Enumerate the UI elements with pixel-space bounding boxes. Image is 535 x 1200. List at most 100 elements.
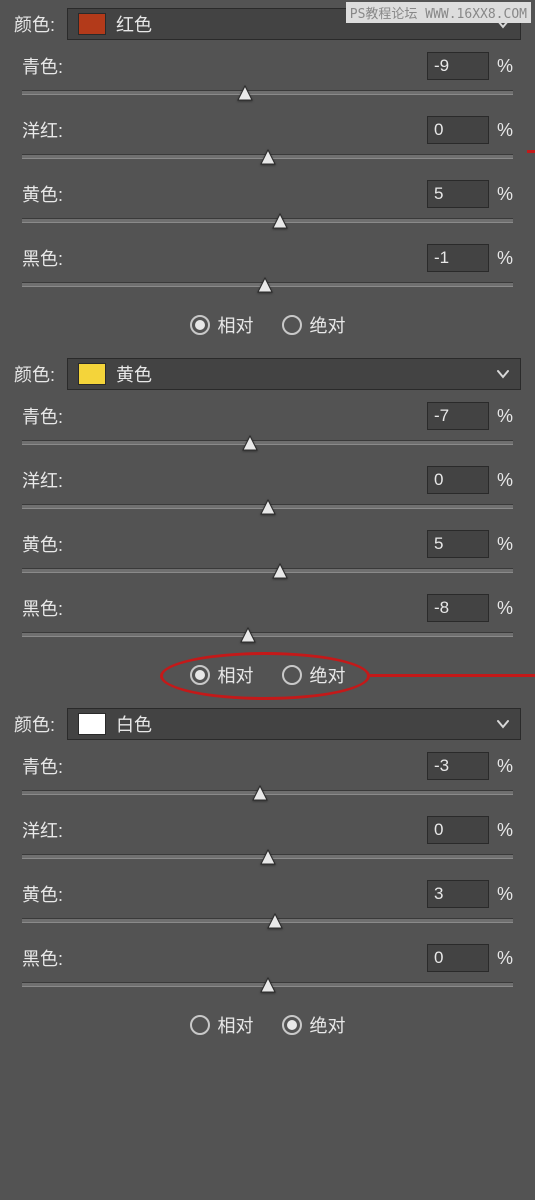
absolute-label: 绝对 bbox=[310, 662, 346, 688]
black-slider-track[interactable] bbox=[22, 628, 513, 650]
black-slider-track[interactable] bbox=[22, 278, 513, 300]
magenta-slider-row: 洋红: % bbox=[0, 810, 535, 874]
magenta-slider-track[interactable] bbox=[22, 850, 513, 872]
cyan-slider-row: 青色: % bbox=[0, 746, 535, 810]
magenta-slider-row: 洋红: % bbox=[0, 110, 535, 174]
magenta-value-input[interactable] bbox=[427, 466, 489, 494]
percent-label: % bbox=[497, 120, 513, 141]
relative-radio[interactable]: 相对 bbox=[190, 662, 254, 688]
cyan-slider-track[interactable] bbox=[22, 436, 513, 458]
radio-icon bbox=[282, 665, 302, 685]
slider-thumb-icon[interactable] bbox=[258, 148, 278, 166]
percent-label: % bbox=[497, 470, 513, 491]
yellow-label: 黄色: bbox=[22, 531, 63, 557]
yellow-value-input[interactable] bbox=[427, 180, 489, 208]
yellow-slider-track[interactable] bbox=[22, 214, 513, 236]
magenta-slider-row: 洋红: % bbox=[0, 460, 535, 524]
yellow-value-input[interactable] bbox=[427, 880, 489, 908]
chevron-down-icon bbox=[496, 719, 510, 729]
percent-label: % bbox=[497, 248, 513, 269]
slider-thumb-icon[interactable] bbox=[258, 848, 278, 866]
slider-thumb-icon[interactable] bbox=[240, 434, 260, 452]
mode-radio-group: 相对 绝对 bbox=[0, 1002, 535, 1050]
percent-label: % bbox=[497, 948, 513, 969]
black-value-input[interactable] bbox=[427, 244, 489, 272]
slider-thumb-icon[interactable] bbox=[270, 562, 290, 580]
slider-thumb-icon[interactable] bbox=[258, 498, 278, 516]
mode-radio-group: 相对 绝对 bbox=[0, 302, 535, 350]
color-label: 颜色: bbox=[14, 361, 55, 387]
slider-thumb-icon[interactable] bbox=[270, 212, 290, 230]
slider-thumb-icon[interactable] bbox=[235, 84, 255, 102]
radio-icon bbox=[190, 315, 210, 335]
color-name: 白色 bbox=[116, 711, 152, 737]
relative-radio[interactable]: 相对 bbox=[190, 312, 254, 338]
absolute-label: 绝对 bbox=[310, 312, 346, 338]
absolute-radio[interactable]: 绝对 bbox=[282, 312, 346, 338]
cyan-value-input[interactable] bbox=[427, 52, 489, 80]
color-swatch bbox=[78, 713, 106, 735]
percent-label: % bbox=[497, 756, 513, 777]
radio-icon bbox=[190, 665, 210, 685]
mode-radio-group: 相对 绝对 bbox=[0, 652, 535, 700]
cyan-slider-row: 青色: % bbox=[0, 46, 535, 110]
slider-thumb-icon[interactable] bbox=[255, 276, 275, 294]
percent-label: % bbox=[497, 406, 513, 427]
percent-label: % bbox=[497, 598, 513, 619]
percent-label: % bbox=[497, 820, 513, 841]
magenta-slider-track[interactable] bbox=[22, 500, 513, 522]
black-label: 黑色: bbox=[22, 945, 63, 971]
black-label: 黑色: bbox=[22, 595, 63, 621]
relative-radio[interactable]: 相对 bbox=[190, 1012, 254, 1038]
slider-thumb-icon[interactable] bbox=[238, 626, 258, 644]
yellow-label: 黄色: bbox=[22, 181, 63, 207]
black-slider-row: 黑色: % bbox=[0, 938, 535, 1002]
percent-label: % bbox=[497, 884, 513, 905]
black-slider-track[interactable] bbox=[22, 978, 513, 1000]
yellow-slider-row: 黄色: % bbox=[0, 524, 535, 588]
annotation-line bbox=[368, 674, 535, 677]
color-swatch bbox=[78, 363, 106, 385]
cyan-value-input[interactable] bbox=[427, 402, 489, 430]
black-slider-row: 黑色: % bbox=[0, 588, 535, 652]
absolute-radio[interactable]: 绝对 bbox=[282, 1012, 346, 1038]
color-swatch bbox=[78, 13, 106, 35]
relative-label: 相对 bbox=[218, 1012, 254, 1038]
yellow-slider-row: 黄色: % bbox=[0, 174, 535, 238]
magenta-value-input[interactable] bbox=[427, 116, 489, 144]
color-dropdown[interactable]: 黄色 bbox=[67, 358, 521, 390]
magenta-slider-track[interactable] bbox=[22, 150, 513, 172]
radio-icon bbox=[282, 1015, 302, 1035]
yellow-label: 黄色: bbox=[22, 881, 63, 907]
magenta-value-input[interactable] bbox=[427, 816, 489, 844]
cyan-slider-row: 青色: % bbox=[0, 396, 535, 460]
black-value-input[interactable] bbox=[427, 944, 489, 972]
cyan-label: 青色: bbox=[22, 753, 63, 779]
relative-label: 相对 bbox=[218, 312, 254, 338]
absolute-label: 绝对 bbox=[310, 1012, 346, 1038]
yellow-slider-track[interactable] bbox=[22, 914, 513, 936]
yellow-value-input[interactable] bbox=[427, 530, 489, 558]
yellow-slider-row: 黄色: % bbox=[0, 874, 535, 938]
slider-thumb-icon[interactable] bbox=[265, 912, 285, 930]
color-name: 黄色 bbox=[116, 361, 152, 387]
slider-thumb-icon[interactable] bbox=[250, 784, 270, 802]
color-label: 颜色: bbox=[14, 11, 55, 37]
cyan-slider-track[interactable] bbox=[22, 86, 513, 108]
slider-thumb-icon[interactable] bbox=[258, 976, 278, 994]
percent-label: % bbox=[497, 56, 513, 77]
chevron-down-icon bbox=[496, 369, 510, 379]
radio-icon bbox=[190, 1015, 210, 1035]
color-dropdown[interactable]: 白色 bbox=[67, 708, 521, 740]
yellow-slider-track[interactable] bbox=[22, 564, 513, 586]
radio-icon bbox=[282, 315, 302, 335]
color-label: 颜色: bbox=[14, 711, 55, 737]
cyan-value-input[interactable] bbox=[427, 752, 489, 780]
percent-label: % bbox=[497, 534, 513, 555]
absolute-radio[interactable]: 绝对 bbox=[282, 662, 346, 688]
cyan-slider-track[interactable] bbox=[22, 786, 513, 808]
percent-label: % bbox=[497, 184, 513, 205]
black-slider-row: 黑色: % bbox=[0, 238, 535, 302]
black-value-input[interactable] bbox=[427, 594, 489, 622]
black-label: 黑色: bbox=[22, 245, 63, 271]
